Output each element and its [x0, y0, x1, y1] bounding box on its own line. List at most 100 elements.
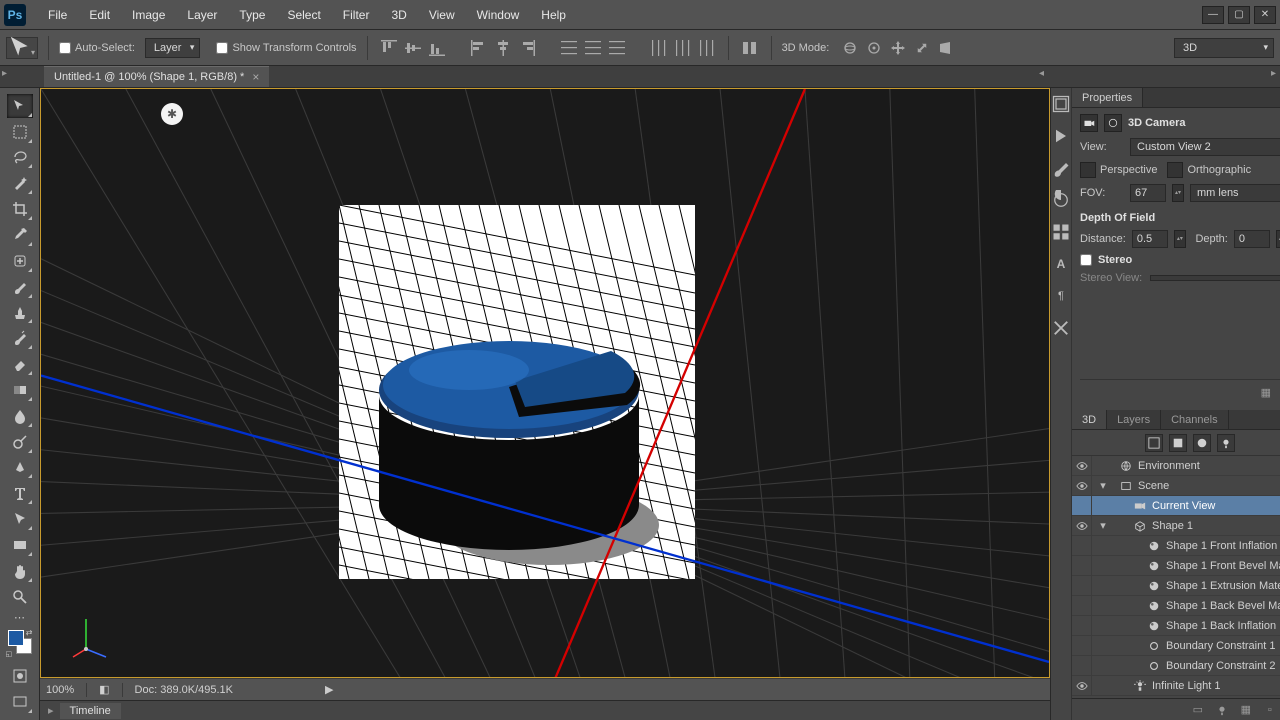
menu-filter[interactable]: Filter — [333, 2, 380, 28]
align-left-edges-icon[interactable] — [468, 37, 490, 59]
history-panel-icon[interactable] — [1051, 94, 1071, 114]
layer-row[interactable]: ▾Scene — [1072, 476, 1280, 496]
document-tab[interactable]: Untitled-1 @ 100% (Shape 1, RGB/8) * × — [44, 66, 269, 87]
timeline-collapse-icon[interactable]: ▸ — [48, 704, 54, 717]
visibility-toggle[interactable] — [1072, 496, 1092, 515]
zoom-tool[interactable] — [7, 585, 33, 609]
visibility-toggle[interactable] — [1072, 616, 1092, 635]
orthographic-toggle[interactable]: Orthographic — [1167, 162, 1251, 178]
stereo-checkbox[interactable]: Stereo — [1080, 254, 1280, 266]
3d-viewport[interactable]: ✱ — [40, 88, 1050, 678]
menu-3d[interactable]: 3D — [381, 2, 416, 28]
3d-orbit-icon[interactable] — [839, 37, 861, 59]
depth-input[interactable] — [1234, 230, 1270, 248]
zoom-level[interactable]: 100% — [46, 684, 74, 696]
align-top-edges-icon[interactable] — [378, 37, 400, 59]
fov-unit-select[interactable]: mm lens — [1190, 184, 1280, 202]
menu-type[interactable]: Type — [229, 2, 275, 28]
align-bottom-edges-icon[interactable] — [426, 37, 448, 59]
layer-row[interactable]: Boundary Constraint 2 — [1072, 656, 1280, 676]
clone-stamp-tool[interactable] — [7, 301, 33, 325]
edit-toolbar[interactable]: ⋯ — [7, 611, 33, 625]
swap-colors-icon[interactable]: ⇄ — [26, 628, 33, 637]
styles-panel-icon[interactable] — [1051, 222, 1071, 242]
align-vcenter-icon[interactable] — [402, 37, 424, 59]
3d-axis-gizmo[interactable] — [71, 609, 111, 659]
expand-toggle[interactable]: ▾ — [1096, 479, 1110, 492]
timeline-tab[interactable]: Timeline — [60, 703, 121, 719]
visibility-toggle[interactable] — [1072, 516, 1092, 535]
adjustments-panel-icon[interactable] — [1051, 190, 1071, 210]
quick-mask-toggle[interactable] — [7, 664, 33, 688]
3d-workspace-select[interactable]: 3D — [1174, 38, 1274, 58]
visibility-toggle[interactable] — [1072, 536, 1092, 555]
screen-mode-toggle[interactable] — [7, 690, 33, 714]
view-select[interactable]: Custom View 2 — [1130, 138, 1280, 156]
layer-row[interactable]: Current View — [1072, 496, 1280, 516]
ground-plane-icon[interactable]: ▭ — [1189, 702, 1207, 718]
crop-tool[interactable] — [7, 197, 33, 221]
3d-pan-icon[interactable] — [887, 37, 909, 59]
layers-tab[interactable]: Layers — [1107, 410, 1161, 429]
reset-colors-icon[interactable]: ◱ — [6, 650, 13, 658]
channels-tab[interactable]: Channels — [1161, 410, 1228, 429]
show-transform-checkbox[interactable]: Show Transform Controls — [216, 42, 356, 54]
layer-row[interactable]: Shape 1 Extrusion Material — [1072, 576, 1280, 596]
tab-expand-right-icon[interactable]: ◂ — [1039, 68, 1044, 79]
foreground-color[interactable] — [8, 630, 24, 646]
3d-roll-icon[interactable] — [863, 37, 885, 59]
filter-lights-icon[interactable] — [1217, 434, 1235, 452]
auto-select-checkbox[interactable]: Auto-Select: — [59, 42, 135, 54]
character-panel-icon[interactable]: A — [1051, 254, 1071, 274]
actions-panel-icon[interactable] — [1051, 126, 1071, 146]
minimize-button[interactable]: — — [1202, 6, 1224, 24]
visibility-toggle[interactable] — [1072, 456, 1092, 475]
current-tool-preset[interactable]: ▾ — [6, 37, 38, 59]
gradient-tool[interactable] — [7, 378, 33, 402]
type-tool[interactable] — [7, 481, 33, 505]
panel-expand-icon[interactable]: ▸ — [1271, 68, 1276, 79]
magic-wand-tool[interactable] — [7, 171, 33, 195]
pen-tool[interactable] — [7, 456, 33, 480]
lasso-tool[interactable] — [7, 146, 33, 170]
distribute-top-icon[interactable] — [558, 37, 580, 59]
distance-input[interactable] — [1132, 230, 1168, 248]
layer-row[interactable]: Shape 1 Front Inflation M... — [1072, 536, 1280, 556]
marquee-tool[interactable] — [7, 120, 33, 144]
menu-layer[interactable]: Layer — [177, 2, 227, 28]
visibility-toggle[interactable] — [1072, 576, 1092, 595]
rectangle-tool[interactable] — [7, 533, 33, 557]
align-right-edges-icon[interactable] — [516, 37, 538, 59]
properties-tab[interactable]: Properties — [1072, 88, 1143, 107]
visibility-toggle[interactable] — [1072, 596, 1092, 615]
perspective-toggle[interactable]: Perspective — [1080, 162, 1157, 178]
paragraph-panel-icon[interactable]: ¶ — [1051, 286, 1071, 306]
healing-brush-tool[interactable] — [7, 249, 33, 273]
menu-file[interactable]: File — [38, 2, 77, 28]
auto-align-icon[interactable] — [739, 37, 761, 59]
maximize-button[interactable]: ▢ — [1228, 6, 1250, 24]
status-play-icon[interactable]: ▶ — [325, 683, 333, 696]
visibility-toggle[interactable] — [1072, 656, 1092, 675]
menu-window[interactable]: Window — [467, 2, 530, 28]
status-info-icon[interactable]: ◧ — [99, 683, 109, 696]
visibility-toggle[interactable] — [1072, 476, 1092, 495]
hand-tool[interactable] — [7, 559, 33, 583]
layer-row[interactable]: Shape 1 Back Bevel Mater... — [1072, 596, 1280, 616]
move-tool[interactable] — [7, 94, 33, 118]
path-selection-tool[interactable] — [7, 507, 33, 531]
menu-view[interactable]: View — [419, 2, 465, 28]
eraser-tool[interactable] — [7, 352, 33, 376]
filter-all-icon[interactable] — [1145, 434, 1163, 452]
layer-row[interactable]: Boundary Constraint 1 — [1072, 636, 1280, 656]
tab-expand-left-icon[interactable]: ▸ — [2, 68, 7, 79]
distribute-right-icon[interactable] — [696, 37, 718, 59]
light-widget[interactable]: ✱ — [161, 103, 183, 125]
color-swatches[interactable]: ⇄ ◱ — [8, 630, 32, 654]
3d-layer-list[interactable]: Environment▾SceneCurrent View▾Shape 1Sha… — [1072, 456, 1280, 698]
new-light-icon[interactable] — [1213, 702, 1231, 718]
close-button[interactable]: ✕ — [1254, 6, 1276, 24]
menu-image[interactable]: Image — [122, 2, 175, 28]
layer-row[interactable]: ▾Shape 1 — [1072, 516, 1280, 536]
distance-spinner[interactable]: ▴▾ — [1174, 230, 1186, 248]
